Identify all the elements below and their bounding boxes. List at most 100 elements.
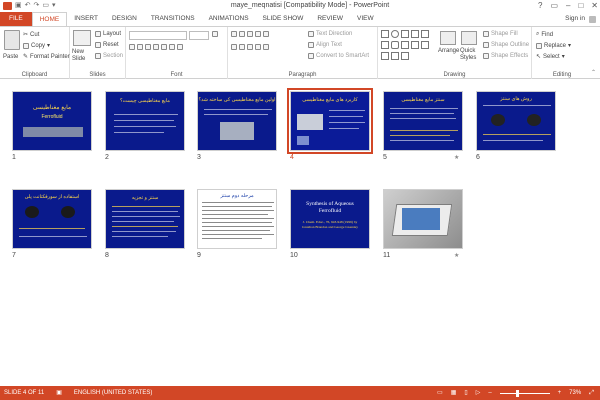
- oval-shape-icon[interactable]: [391, 30, 399, 38]
- slide-indicator[interactable]: SLIDE 4 OF 11: [4, 386, 44, 400]
- collapse-ribbon-icon[interactable]: ⌃: [591, 69, 596, 76]
- tab-file[interactable]: FILE: [0, 12, 32, 26]
- star-shape-icon[interactable]: [401, 41, 409, 49]
- callout-shape-icon[interactable]: [421, 41, 429, 49]
- tab-view[interactable]: VIEW: [350, 12, 381, 26]
- customize-toolbar-icon[interactable]: ▾: [52, 1, 56, 11]
- arrow-shape-icon[interactable]: [411, 30, 419, 38]
- font-size-input[interactable]: [189, 31, 209, 40]
- bullets-icon[interactable]: [231, 31, 237, 37]
- language-indicator[interactable]: ENGLISH (UNITED STATES): [74, 386, 152, 400]
- sign-in-label[interactable]: Sign in: [565, 12, 585, 26]
- avatar[interactable]: [589, 15, 596, 23]
- proofing-icon[interactable]: ▣: [56, 386, 62, 400]
- slide-thumbnail-1[interactable]: مایع مغناطیسی Ferrofluid: [12, 91, 92, 151]
- increase-indent-icon[interactable]: [255, 31, 261, 37]
- shape-fill-button[interactable]: Shape Fill: [483, 31, 518, 37]
- line-spacing-icon[interactable]: [263, 31, 269, 37]
- save-icon[interactable]: ▣: [15, 1, 22, 11]
- reset-button[interactable]: Reset: [95, 42, 119, 48]
- char-spacing-icon[interactable]: [161, 44, 167, 50]
- format-painter-button[interactable]: ✎ Format Painter: [23, 53, 70, 61]
- paste-icon[interactable]: [4, 30, 20, 50]
- text-direction-button[interactable]: Text Direction: [308, 31, 352, 37]
- new-slide-button[interactable]: New Slide: [72, 49, 94, 63]
- justify-icon[interactable]: [255, 44, 261, 50]
- font-size-buttons[interactable]: [212, 31, 218, 37]
- tab-home[interactable]: HOME: [31, 12, 68, 26]
- underline-icon[interactable]: [145, 44, 151, 50]
- cut-button[interactable]: ✂ Cut: [23, 31, 39, 39]
- slide-sorter-view-icon[interactable]: ▦: [451, 386, 457, 400]
- quick-styles-icon[interactable]: [461, 31, 477, 45]
- maximize-button[interactable]: □: [578, 0, 583, 11]
- zoom-slider-knob[interactable]: [516, 389, 520, 397]
- arrange-icon[interactable]: [440, 31, 456, 45]
- minimize-button[interactable]: –: [566, 0, 570, 11]
- tab-design[interactable]: DESIGN: [105, 12, 144, 26]
- numbering-icon[interactable]: [239, 31, 245, 37]
- line-shape-icon[interactable]: [401, 30, 409, 38]
- undo-icon[interactable]: ↶: [25, 1, 31, 11]
- transition-star-icon[interactable]: ★: [454, 154, 459, 161]
- slide-thumbnail-2[interactable]: مایع مغناطیسی چیست؟: [105, 91, 185, 151]
- shapes-gallery[interactable]: [381, 30, 437, 64]
- slide-thumbnail-9[interactable]: مرحله دوم سنتز: [197, 189, 277, 249]
- new-slide-icon[interactable]: [73, 30, 91, 46]
- convert-smartart-button[interactable]: Convert to SmartArt: [308, 53, 369, 59]
- italic-icon[interactable]: [137, 44, 143, 50]
- layout-button[interactable]: Layout: [95, 31, 121, 37]
- tab-animations[interactable]: ANIMATIONS: [202, 12, 256, 26]
- grow-font-icon[interactable]: [212, 31, 218, 37]
- redo-icon[interactable]: ↷: [34, 1, 40, 11]
- rectangle-shape-icon[interactable]: [381, 30, 389, 38]
- tab-insert[interactable]: INSERT: [67, 12, 105, 26]
- sign-in[interactable]: Sign in: [565, 12, 596, 26]
- decrease-indent-icon[interactable]: [247, 31, 253, 37]
- arrange-button[interactable]: Arrange: [438, 48, 459, 54]
- zoom-level[interactable]: 73%: [569, 386, 581, 400]
- block-arrow-shape-icon[interactable]: [381, 52, 389, 60]
- slide-thumbnail-3[interactable]: اولین مایع مغناطیسی کی ساخته شد؟: [197, 91, 277, 151]
- zoom-in-button[interactable]: +: [558, 386, 562, 400]
- section-button[interactable]: Section: [95, 53, 123, 59]
- slide-thumbnail-4[interactable]: کاربرد های مایع مغناطیسی: [287, 88, 373, 154]
- rounded-rect-shape-icon[interactable]: [391, 41, 399, 49]
- find-button[interactable]: ⌕ Find: [536, 31, 553, 38]
- slide-thumbnail-6[interactable]: روش های سنتز: [476, 91, 556, 151]
- paste-button[interactable]: Paste: [3, 54, 18, 60]
- tab-transitions[interactable]: TRANSITIONS: [144, 12, 202, 26]
- tab-review[interactable]: REVIEW: [310, 12, 350, 26]
- zoom-slider[interactable]: [499, 389, 550, 397]
- textbox-shape-icon[interactable]: [381, 41, 389, 49]
- select-button[interactable]: ↖ Select ▾: [536, 53, 565, 61]
- slide-thumbnail-7[interactable]: استفاده از سورفکتانت پلی: [12, 189, 92, 249]
- reading-view-icon[interactable]: ▯: [464, 386, 467, 400]
- bold-icon[interactable]: [129, 44, 135, 50]
- triangle-shape-icon[interactable]: [421, 30, 429, 38]
- font-name-input[interactable]: [129, 31, 187, 40]
- shape-effects-button[interactable]: Shape Effects: [483, 53, 528, 59]
- slide-thumbnail-11[interactable]: [383, 189, 463, 249]
- fit-to-window-icon[interactable]: ⤢: [589, 386, 594, 400]
- brace-shape-icon[interactable]: [411, 41, 419, 49]
- slide-thumbnail-8[interactable]: سنتز و تجزیه: [105, 189, 185, 249]
- help-button[interactable]: ?: [538, 0, 542, 11]
- change-case-icon[interactable]: [169, 44, 175, 50]
- replace-button[interactable]: Replace ▾: [536, 42, 571, 49]
- slide-thumbnail-10[interactable]: Synthesis of Aqueous Ferrofluid J. Chem.…: [290, 189, 370, 249]
- tab-slide-show[interactable]: SLIDE SHOW: [256, 12, 311, 26]
- close-button[interactable]: ✕: [591, 0, 598, 11]
- zoom-out-button[interactable]: –: [488, 386, 491, 400]
- align-left-icon[interactable]: [231, 44, 237, 50]
- align-right-icon[interactable]: [247, 44, 253, 50]
- slide-thumbnail-5[interactable]: سنتز مایع مغناطیسی: [383, 91, 463, 151]
- curve-shape-icon[interactable]: [391, 52, 399, 60]
- columns-icon[interactable]: [263, 44, 269, 50]
- font-color-icon[interactable]: [177, 44, 183, 50]
- shape-outline-button[interactable]: Shape Outline: [483, 42, 529, 48]
- ribbon-display-button[interactable]: ▭: [550, 0, 558, 11]
- align-text-button[interactable]: Align Text: [308, 42, 342, 48]
- strikethrough-icon[interactable]: [153, 44, 159, 50]
- align-center-icon[interactable]: [239, 44, 245, 50]
